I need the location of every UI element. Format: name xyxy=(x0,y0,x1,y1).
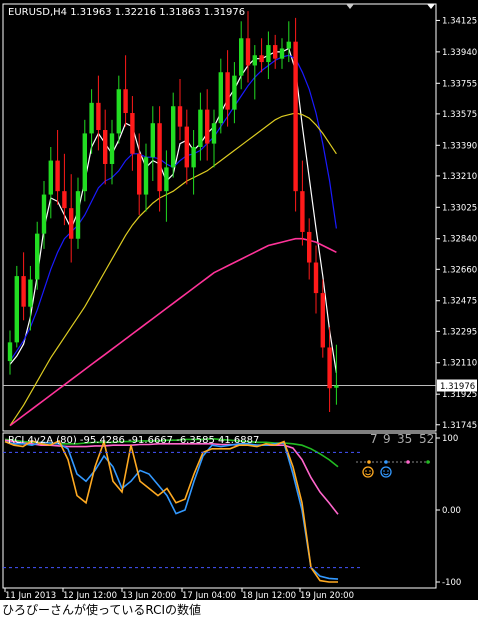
autoscroll-icon[interactable] xyxy=(427,4,435,9)
candle-body xyxy=(75,191,81,239)
candle-body xyxy=(35,233,40,280)
period-label-9: 9 xyxy=(383,432,391,446)
rci-mid-line xyxy=(4,440,339,580)
price-tick-label: 1.33025 xyxy=(442,203,477,213)
chart-window[interactable]: 1.34125 1.33940 1.33755 1.33575 1.33390 1.332… xyxy=(0,0,478,601)
price-tick-label: 1.33390 xyxy=(442,141,477,151)
candle-body xyxy=(164,167,169,192)
price-tick-label: 1.33575 xyxy=(442,110,477,120)
price-tick-label: 1.32295 xyxy=(442,327,477,337)
price-tick-label: 1.32660 xyxy=(442,265,477,275)
price-tick-label: 1.32840 xyxy=(442,235,477,245)
candle-body xyxy=(279,48,285,59)
smiley-orange-icon xyxy=(362,466,374,478)
candle-body xyxy=(28,279,33,307)
candle-body xyxy=(96,102,101,131)
candle-body xyxy=(62,191,67,209)
candle-body xyxy=(177,106,183,127)
price-tick-label: 1.32110 xyxy=(442,359,477,369)
rci-short-line xyxy=(4,438,338,583)
candle-body xyxy=(41,194,47,234)
price-chart-title: EURUSD,H4 1.31963 1.32216 1.31863 1.3197… xyxy=(8,7,245,18)
chart-canvas[interactable]: 1.34125 1.33940 1.33755 1.33575 1.33390 1.332… xyxy=(0,0,478,601)
candle-body xyxy=(191,147,196,168)
ma-pink-line xyxy=(9,237,337,427)
price-tick-label: 1.33940 xyxy=(442,48,477,58)
candle-body xyxy=(82,133,87,192)
candle-body xyxy=(252,55,257,66)
candle-body xyxy=(259,55,264,63)
candle-body xyxy=(89,102,94,134)
time-tick-label: 18 Jun 12:00 xyxy=(242,591,296,600)
candle-body xyxy=(184,126,189,168)
price-tick-label: 1.32475 xyxy=(442,297,477,307)
candle-body xyxy=(225,72,230,110)
candle-body xyxy=(21,276,26,307)
caption: ひろぴーさんが使っているRCIの数値 xyxy=(2,603,202,617)
candle-body xyxy=(320,293,325,348)
candle-body xyxy=(55,160,60,192)
candle-body xyxy=(273,45,278,59)
candle-body xyxy=(69,208,74,239)
candle-body xyxy=(245,38,251,66)
rci-tick-label: 0.00 xyxy=(442,506,461,516)
candle-body xyxy=(109,133,115,164)
price-tick-label: 1.33210 xyxy=(442,172,477,182)
price-tick-label: 1.34125 xyxy=(442,16,477,26)
price-panel-frame xyxy=(2,3,437,432)
rci-title: RCI 4v2A (80) -95.4286 -91.6667 -6.3585 … xyxy=(8,435,259,446)
candle-body xyxy=(150,123,155,158)
candle-body xyxy=(14,276,19,343)
rci-tick-label: 100 xyxy=(442,434,458,444)
candle-body xyxy=(286,41,291,49)
candle-body xyxy=(123,89,128,114)
rci-panel-frame xyxy=(2,432,437,589)
rci-signal-dots xyxy=(356,460,432,464)
price-tick-label: 1.31745 xyxy=(442,421,477,431)
candles xyxy=(7,11,339,413)
candle-body xyxy=(334,385,339,388)
candle-body xyxy=(48,160,53,195)
chart-shift-icon[interactable] xyxy=(346,4,354,9)
candle-body xyxy=(218,72,223,124)
rci-lines xyxy=(4,437,339,583)
time-tick-label: 11 Jun 2013 xyxy=(5,591,56,600)
candle-body xyxy=(130,113,135,154)
time-tick-label: 19 Jun 20:00 xyxy=(300,591,354,600)
candle-body xyxy=(300,191,305,232)
candle-body xyxy=(239,38,244,76)
candle-body xyxy=(211,123,217,144)
period-label-7: 7 xyxy=(370,432,378,446)
candle-body xyxy=(143,157,149,195)
candle-body xyxy=(307,231,312,263)
time-tick-label: 13 Jun 20:00 xyxy=(122,591,176,600)
candle-body xyxy=(205,109,210,144)
smiley-blue-icon xyxy=(380,466,392,478)
candle-body xyxy=(137,153,142,195)
rci-tick-label: -100 xyxy=(442,578,461,588)
candle-body xyxy=(7,342,13,362)
candle-body xyxy=(327,347,332,389)
price-tick-label: 1.33755 xyxy=(442,79,477,89)
current-price-label: 1.31976 xyxy=(440,382,475,392)
period-label-52: 52 xyxy=(419,432,434,446)
period-label-35: 35 xyxy=(397,432,412,446)
candle-body xyxy=(198,109,203,147)
candle-body xyxy=(293,41,298,192)
candle-body xyxy=(266,45,271,63)
candle-body xyxy=(103,130,108,164)
candle-body xyxy=(171,106,176,168)
candle-body xyxy=(313,262,319,294)
candle-body xyxy=(232,75,237,110)
candle-body xyxy=(116,89,121,134)
candle-body xyxy=(157,123,162,192)
time-tick-label: 12 Jun 12:00 xyxy=(63,591,117,600)
time-tick-label: 17 Jun 04:00 xyxy=(182,591,236,600)
time-axis: 11 Jun 2013 12 Jun 12:00 13 Jun 20:00 17 Ju… xyxy=(4,588,354,601)
